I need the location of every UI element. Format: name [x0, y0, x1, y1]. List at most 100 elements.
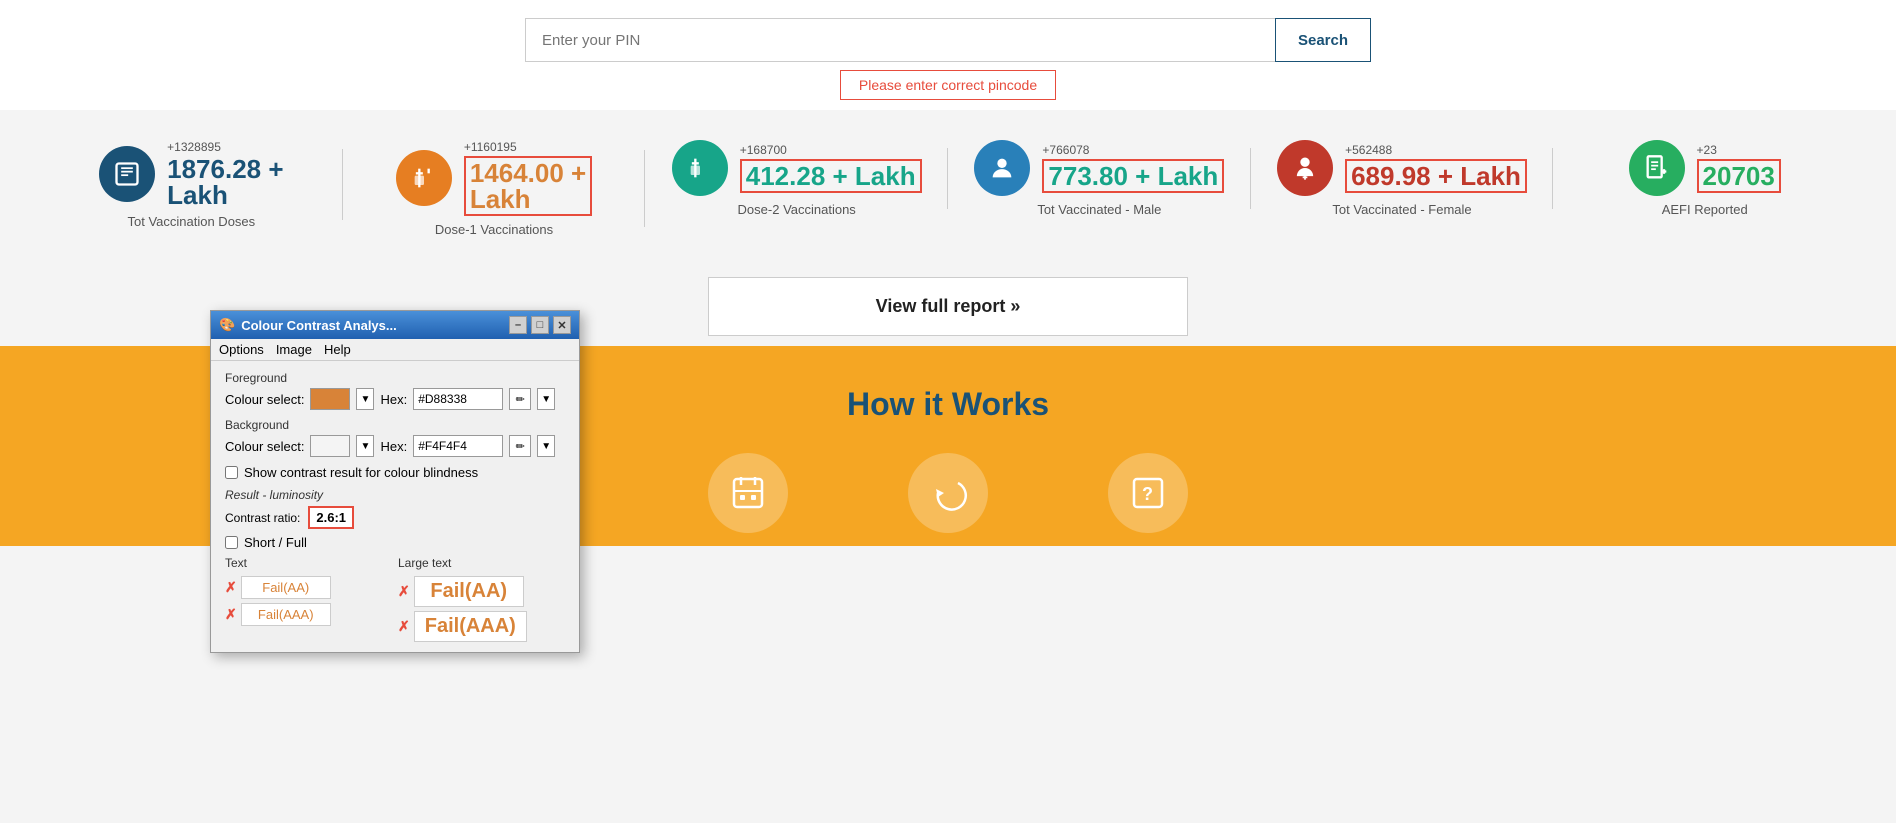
stat-tot-female: +562488 689.98 + Lakh Tot Vaccinated - F… [1251, 140, 1554, 217]
stat-main-0: 1876.28 +Lakh [167, 156, 283, 208]
contrast-row: Contrast ratio: 2.6:1 [225, 506, 565, 529]
dialog-titlebar-controls: – □ ✕ [509, 316, 571, 334]
stat-icon-dose1 [396, 150, 452, 206]
dialog-titlebar: 🎨 Colour Contrast Analys... – □ ✕ [211, 311, 579, 339]
fail-table: Text ✗ Fail(AA) ✗ Fail(AAA) Large text [225, 556, 565, 642]
fail-aa-large-row: ✗ Fail(AA) [398, 576, 565, 607]
bg-eyedropper-button[interactable]: ✏ [509, 435, 531, 457]
fg-eyedropper-arrow[interactable]: ▼ [537, 388, 555, 410]
fail-aa-box: Fail(AA) [241, 576, 331, 599]
contrast-value: 2.6:1 [308, 506, 354, 529]
fail-aa-row: ✗ Fail(AA) [225, 576, 392, 599]
search-section: Search Please enter correct pincode [0, 0, 1896, 110]
stat-increment-2: +168700 [740, 143, 922, 157]
fg-section-label: Foreground [225, 371, 565, 385]
fail-aaa-large-x-icon: ✗ [398, 618, 410, 635]
stat-increment-4: +562488 [1345, 143, 1527, 157]
fail-aaa-box: Fail(AAA) [241, 603, 331, 626]
dialog-menubar: Options Image Help [211, 339, 579, 361]
bg-hex-input[interactable] [413, 435, 503, 457]
result-section: Result - luminosity Contrast ratio: 2.6:… [225, 488, 565, 642]
fg-color-select-row: Colour select: ▼ Hex: ✏ ▼ [225, 388, 565, 410]
pin-search-input[interactable] [525, 18, 1275, 62]
fg-hex-label: Hex: [380, 392, 407, 407]
how-icon-3: ? [1108, 453, 1188, 533]
fg-dropdown-arrow[interactable]: ▼ [356, 388, 374, 410]
dialog-title-icon: 🎨 [219, 317, 235, 333]
how-icon-symbol-3: ? [1108, 453, 1188, 533]
svg-text:?: ? [1142, 484, 1153, 504]
stat-increment-5: +23 [1697, 143, 1781, 157]
stat-icon-dose2 [672, 140, 728, 196]
stat-main-5: 20703 [1697, 159, 1781, 193]
search-button[interactable]: Search [1275, 18, 1371, 62]
stat-label-2: Dose-2 Vaccinations [738, 202, 856, 217]
stat-main-2: 412.28 + Lakh [740, 159, 922, 193]
how-icon-2 [908, 453, 988, 533]
dialog-maximize-button[interactable]: □ [531, 316, 549, 334]
how-icon-1 [708, 453, 788, 533]
fg-eyedropper-button[interactable]: ✏ [509, 388, 531, 410]
colour-blindness-checkbox[interactable] [225, 466, 238, 479]
text-col: Text ✗ Fail(AA) ✗ Fail(AAA) [225, 556, 392, 642]
dialog-overlay: 🎨 Colour Contrast Analys... – □ ✕ Option… [210, 310, 580, 653]
dialog-close-button[interactable]: ✕ [553, 316, 571, 334]
stat-label-4: Tot Vaccinated - Female [1332, 202, 1471, 217]
stat-main-3: 773.80 + Lakh [1042, 159, 1224, 193]
bg-color-swatch[interactable] [310, 435, 350, 457]
bg-section-label: Background [225, 418, 565, 432]
stat-increment-3: +766078 [1042, 143, 1224, 157]
fg-row: Foreground Colour select: ▼ Hex: ✏ ▼ [225, 371, 565, 410]
stat-increment-1: +1160195 [464, 140, 592, 154]
large-text-col-label: Large text [398, 556, 565, 570]
bg-colour-select-label: Colour select: [225, 439, 304, 454]
search-row: Search [525, 18, 1371, 62]
stat-icon-female [1277, 140, 1333, 196]
fail-aa-large-box: Fail(AA) [414, 576, 524, 607]
stat-tot-male: +766078 773.80 + Lakh Tot Vaccinated - M… [948, 140, 1251, 217]
how-icon-symbol-2 [908, 453, 988, 533]
stat-label-5: AEFI Reported [1662, 202, 1748, 217]
result-luminosity-label: Result - luminosity [225, 488, 565, 502]
stat-main-4: 689.98 + Lakh [1345, 159, 1527, 193]
colour-blindness-row: Show contrast result for colour blindnes… [225, 465, 565, 480]
fail-aaa-x-icon: ✗ [225, 606, 237, 623]
view-full-report-button[interactable]: View full report » [708, 277, 1188, 336]
colour-contrast-dialog: 🎨 Colour Contrast Analys... – □ ✕ Option… [210, 310, 580, 653]
fail-aa-x-icon: ✗ [225, 579, 237, 596]
stat-icon-aefi [1629, 140, 1685, 196]
dialog-body: Foreground Colour select: ▼ Hex: ✏ ▼ Bac… [211, 361, 579, 652]
bg-hex-label: Hex: [380, 439, 407, 454]
dialog-menu-help[interactable]: Help [324, 342, 351, 357]
bg-eyedropper-arrow[interactable]: ▼ [537, 435, 555, 457]
stat-tot-vaccination: +1328895 1876.28 +Lakh Tot Vaccination D… [40, 140, 343, 229]
stat-icon-vaccination [99, 146, 155, 202]
stat-dose2: +168700 412.28 + Lakh Dose-2 Vaccination… [645, 140, 948, 217]
contrast-label: Contrast ratio: [225, 511, 300, 525]
short-full-label: Short / Full [244, 535, 307, 550]
stats-section: +1328895 1876.28 +Lakh Tot Vaccination D… [0, 110, 1896, 257]
fg-colour-select-label: Colour select: [225, 392, 304, 407]
dialog-menu-options[interactable]: Options [219, 342, 264, 357]
stat-label-3: Tot Vaccinated - Male [1037, 202, 1161, 217]
colour-blindness-label: Show contrast result for colour blindnes… [244, 465, 478, 480]
dialog-menu-image[interactable]: Image [276, 342, 312, 357]
fail-aaa-large-row: ✗ Fail(AAA) [398, 611, 565, 642]
bg-dropdown-arrow[interactable]: ▼ [356, 435, 374, 457]
stat-dose1: +1160195 1464.00 +Lakh Dose-1 Vaccinatio… [343, 140, 646, 237]
bg-color-select-row: Colour select: ▼ Hex: ✏ ▼ [225, 435, 565, 457]
large-text-col: Large text ✗ Fail(AA) ✗ Fail(AAA) [398, 556, 565, 642]
fail-aa-large-x-icon: ✗ [398, 583, 410, 600]
short-full-checkbox[interactable] [225, 536, 238, 549]
how-icon-symbol-1 [708, 453, 788, 533]
dialog-minimize-button[interactable]: – [509, 316, 527, 334]
pin-error-message: Please enter correct pincode [840, 70, 1056, 100]
fg-color-swatch[interactable] [310, 388, 350, 410]
fg-hex-input[interactable] [413, 388, 503, 410]
bg-row: Background Colour select: ▼ Hex: ✏ ▼ [225, 418, 565, 457]
text-col-label: Text [225, 556, 392, 570]
fail-aaa-row: ✗ Fail(AAA) [225, 603, 392, 626]
fail-aaa-large-box: Fail(AAA) [414, 611, 527, 642]
stat-aefi: +23 20703 AEFI Reported [1553, 140, 1856, 217]
stat-label-0: Tot Vaccination Doses [128, 214, 256, 229]
